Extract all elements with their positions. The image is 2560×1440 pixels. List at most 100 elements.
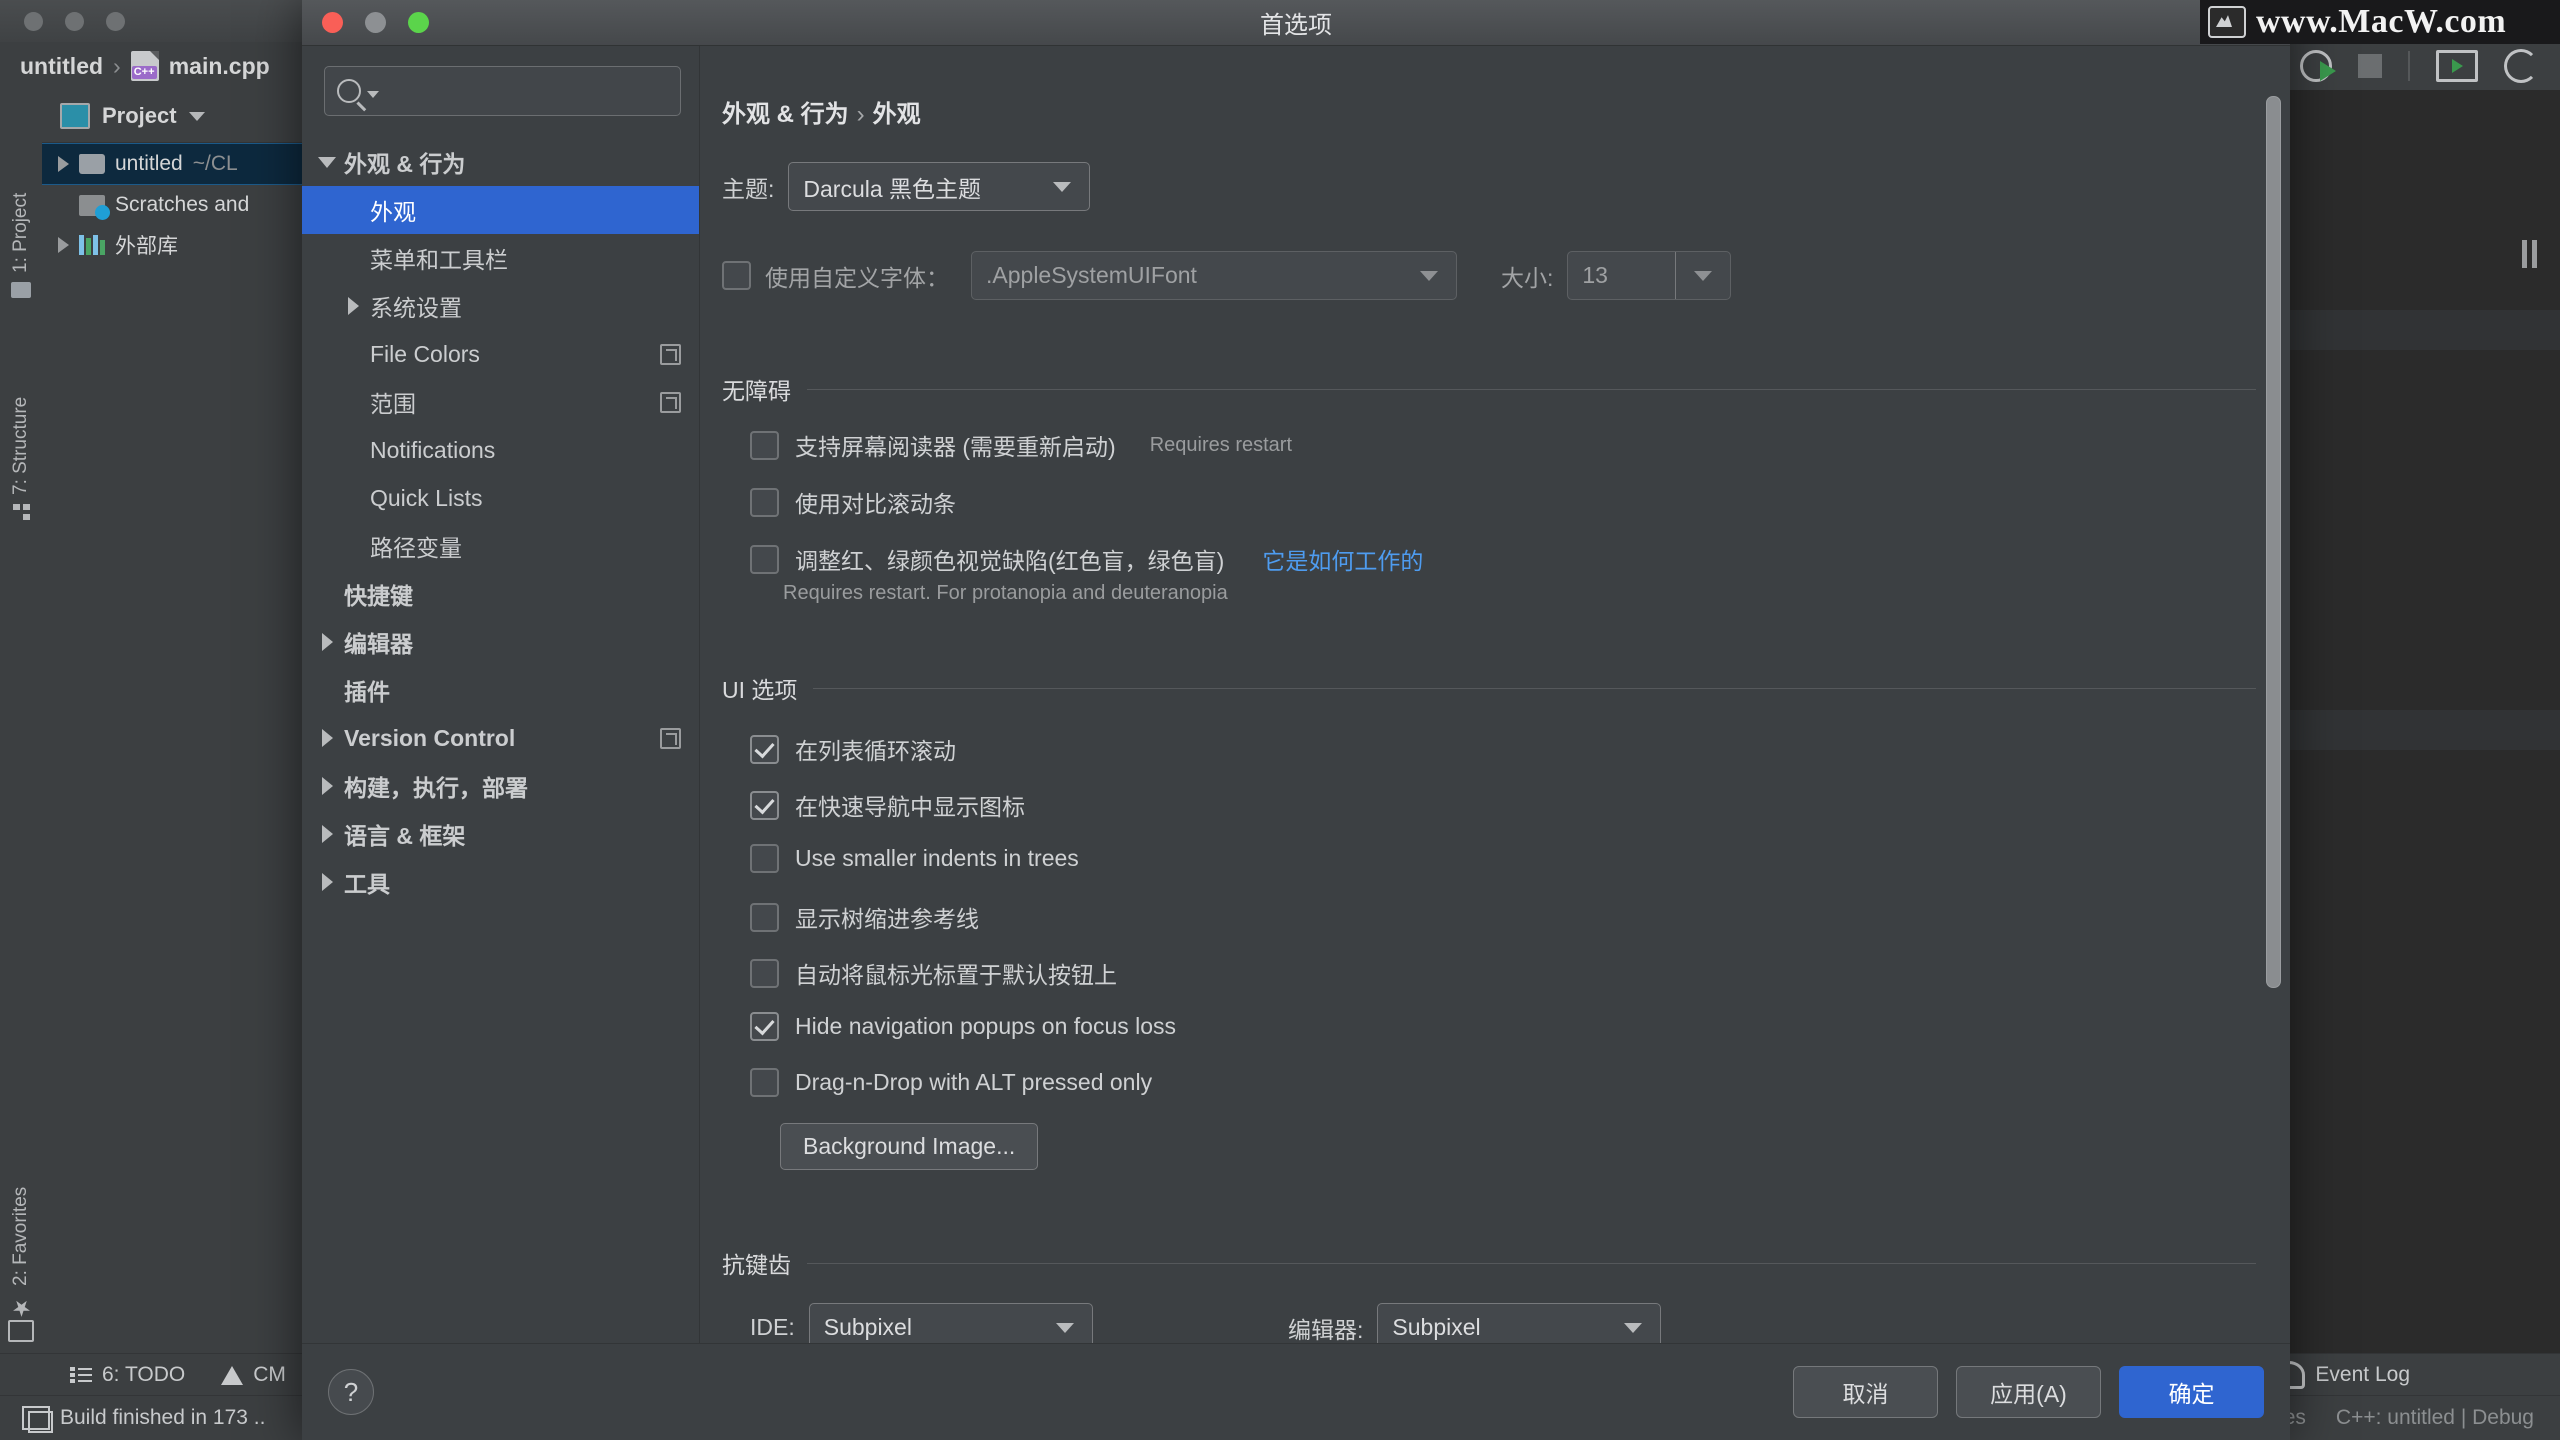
settings-tree-item[interactable]: 构建，执行，部署 [302, 762, 699, 810]
chevron-down-icon[interactable] [1402, 252, 1456, 299]
settings-tree-item[interactable]: 工具 [302, 858, 699, 906]
theme-select[interactable]: Darcula 黑色主题 [788, 162, 1091, 211]
chevron-down-icon[interactable] [1606, 1304, 1660, 1343]
screen-reader-checkbox[interactable] [750, 430, 779, 460]
chevron-down-icon[interactable] [1038, 1304, 1092, 1343]
hide-popups-row[interactable]: Hide navigation popups on focus loss [750, 1012, 1176, 1041]
chevron-right-icon[interactable] [310, 825, 344, 843]
settings-tree-item[interactable]: Notifications [302, 426, 699, 474]
search-box[interactable] [324, 66, 681, 116]
status-item-event-log[interactable]: Event Log [2273, 1361, 2410, 1389]
status-build-message[interactable]: Build finished in 173 .. [22, 1406, 265, 1433]
ide-close-button[interactable] [24, 12, 43, 31]
chevron-right-icon[interactable] [336, 297, 370, 315]
toggle-tool-windows-button[interactable] [0, 1308, 42, 1354]
minimize-button[interactable] [365, 12, 386, 33]
cursor-default-button-checkbox[interactable] [750, 958, 779, 988]
ide-antialiasing-select[interactable]: Subpixel [808, 1303, 1093, 1343]
status-item-cmake[interactable]: CM [221, 1363, 286, 1387]
help-button[interactable]: ? [328, 1369, 374, 1415]
chevron-right-icon[interactable] [58, 237, 69, 253]
quick-nav-icons-row[interactable]: 在快速导航中显示图标 [750, 788, 1025, 822]
settings-tree-item[interactable]: 菜单和工具栏 [302, 234, 699, 282]
settings-tree-item[interactable]: 快捷键 [302, 570, 699, 618]
sidebar-item-structure[interactable]: 7: Structure [0, 320, 42, 520]
nav-file-name[interactable]: main.cpp [169, 53, 270, 80]
search-input[interactable] [385, 78, 668, 104]
chevron-right-icon[interactable] [310, 873, 344, 891]
color-deficiency-checkbox[interactable] [750, 544, 779, 574]
settings-tree-item[interactable]: 范围 [302, 378, 699, 426]
cyclic-scroll-checkbox[interactable] [750, 734, 779, 764]
chevron-down-icon[interactable] [310, 156, 344, 168]
custom-font-select[interactable]: .AppleSystemUIFont [971, 251, 1457, 300]
content-scrollbar[interactable] [2266, 96, 2281, 988]
chevron-right-icon[interactable] [310, 777, 344, 795]
settings-tree-item[interactable]: Quick Lists [302, 474, 699, 522]
project-tree-row[interactable]: untitled ~/CL [42, 143, 302, 185]
settings-tree-item[interactable]: 外观 [302, 186, 699, 234]
breadcrumb-parent[interactable]: 外观 & 行为 [722, 101, 849, 128]
contrast-scrollbar-row[interactable]: 使用对比滚动条 [750, 485, 956, 519]
project-tree-row[interactable]: Scratches and [42, 185, 302, 225]
ide-zoom-button[interactable] [106, 12, 125, 31]
project-tree-row[interactable]: 外部库 [42, 225, 302, 265]
apply-button[interactable]: 应用(A) [1956, 1366, 2101, 1418]
settings-tree-item[interactable]: 系统设置 [302, 282, 699, 330]
use-custom-font-checkbox[interactable] [722, 261, 751, 290]
chevron-down-icon[interactable] [1035, 163, 1089, 210]
chevron-right-icon[interactable] [58, 156, 69, 172]
zoom-button[interactable] [408, 12, 429, 33]
ide-minimize-button[interactable] [65, 12, 84, 31]
tree-indent-guides-checkbox[interactable] [750, 902, 779, 932]
status-item-todo[interactable]: 6: TODO [70, 1363, 185, 1387]
color-deficiency-row[interactable]: 调整红、绿颜色视觉缺陷(红色盲，绿色盲) 它是如何工作的 [750, 542, 1423, 576]
how-it-works-link[interactable]: 它是如何工作的 [1262, 542, 1423, 576]
dialog-window-controls[interactable] [322, 12, 429, 33]
hide-popups-checkbox[interactable] [750, 1012, 779, 1041]
settings-tree-item[interactable]: 语言 & 框架 [302, 810, 699, 858]
todo-label: 6: TODO [102, 1363, 186, 1386]
font-size-select[interactable]: 13 [1567, 251, 1732, 300]
nav-project-name[interactable]: untitled [20, 53, 103, 80]
run-anything-icon[interactable] [2436, 50, 2478, 82]
settings-tree-item[interactable]: File Colors [302, 330, 699, 378]
contrast-scrollbar-checkbox[interactable] [750, 487, 779, 517]
ide-window-controls[interactable] [24, 12, 125, 31]
copy-settings-icon[interactable] [660, 727, 681, 749]
sidebar-item-project[interactable]: 1: Project [0, 118, 42, 298]
background-image-button[interactable]: Background Image... [780, 1123, 1039, 1170]
settings-tree-item[interactable]: 编辑器 [302, 618, 699, 666]
close-button[interactable] [322, 12, 343, 33]
cyclic-scroll-row[interactable]: 在列表循环滚动 [750, 732, 956, 766]
cursor-default-button-row[interactable]: 自动将鼠标光标置于默认按钮上 [750, 956, 1117, 990]
drag-n-drop-alt-row[interactable]: Drag-n-Drop with ALT pressed only [750, 1068, 1152, 1097]
smaller-indents-row[interactable]: Use smaller indents in trees [750, 844, 1079, 873]
ok-button[interactable]: 确定 [2119, 1366, 2264, 1418]
chevron-down-icon[interactable] [188, 111, 205, 121]
copy-settings-icon[interactable] [660, 343, 681, 365]
settings-tree-item[interactable]: Version Control [302, 714, 699, 762]
search-everywhere-icon[interactable] [2504, 49, 2538, 83]
profile-icon[interactable] [2300, 50, 2336, 82]
editor-antialiasing-select[interactable]: Subpixel [1377, 1303, 1662, 1343]
status-run-config[interactable]: C++: untitled | Debug [2336, 1406, 2534, 1430]
screen-reader-row[interactable]: 支持屏幕阅读器 (需要重新启动) Requires restart [750, 428, 1292, 462]
quick-nav-icons-checkbox[interactable] [750, 790, 779, 820]
smaller-indents-checkbox[interactable] [750, 844, 779, 873]
settings-tree-item[interactable]: 路径变量 [302, 522, 699, 570]
drag-n-drop-alt-checkbox[interactable] [750, 1068, 779, 1097]
chevron-down-icon[interactable] [367, 90, 379, 98]
copy-settings-icon[interactable] [660, 391, 681, 413]
pause-icon[interactable] [2522, 240, 2538, 268]
settings-tree-item[interactable]: 外观 & 行为 [302, 138, 699, 186]
chevron-right-icon[interactable] [310, 729, 344, 747]
tree-indent-guides-row[interactable]: 显示树缩进参考线 [750, 900, 979, 934]
settings-tree-item[interactable]: 插件 [302, 666, 699, 714]
project-panel-header[interactable]: Project [42, 90, 302, 143]
sidebar-item-favorites[interactable]: ★ 2: Favorites [0, 1110, 42, 1320]
stop-icon[interactable] [2358, 54, 2382, 78]
chevron-right-icon[interactable] [310, 633, 344, 651]
chevron-down-icon[interactable] [1675, 252, 1730, 299]
cancel-button[interactable]: 取消 [1793, 1366, 1938, 1418]
